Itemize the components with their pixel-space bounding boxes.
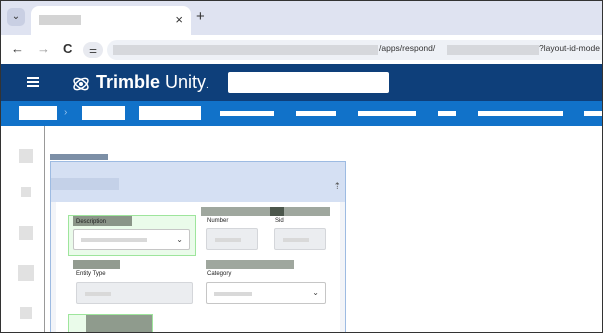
- url-query-segment: ?layout-id-mode: [539, 43, 600, 53]
- entity-type-label: Entity Type: [76, 271, 106, 277]
- breadcrumb-item[interactable]: [82, 106, 125, 120]
- url-redacted-id: [447, 45, 539, 55]
- url-input[interactable]: /apps/respond/ ?layout-id-mode: [107, 40, 602, 60]
- breadcrumb-item[interactable]: [19, 106, 57, 120]
- rail-icon[interactable]: [19, 149, 33, 163]
- url-path-segment: /apps/respond/: [379, 43, 436, 53]
- description-value-redacted: [81, 238, 147, 242]
- sid-label: Sid: [275, 218, 284, 224]
- trimble-globe-icon: [73, 77, 89, 91]
- trimble-unity-logo[interactable]: Trimble Unity.: [71, 71, 209, 97]
- annotation-redaction: [201, 207, 330, 216]
- annotation-redaction: [73, 260, 120, 269]
- app-header: Trimble Unity.: [1, 64, 602, 101]
- entity-type-value-redacted: [85, 292, 111, 296]
- logo-wordmark: Trimble Unity.: [96, 72, 209, 92]
- nav-tab[interactable]: [296, 111, 336, 116]
- breadcrumb-item[interactable]: [139, 106, 201, 120]
- url-redacted-host: [113, 45, 378, 55]
- chevron-down-icon: ⌄: [312, 288, 319, 297]
- main-content: ⇡ Description ⌄ Number Sid Entity Type C…: [46, 126, 602, 332]
- rail-icon[interactable]: [20, 307, 32, 319]
- number-field[interactable]: [206, 228, 258, 250]
- new-tab-button[interactable]: +: [196, 9, 205, 25]
- category-value-redacted: [214, 292, 252, 296]
- tab-search-button[interactable]: ⌄: [7, 8, 25, 26]
- browser-window: ⌄ × + ← → C ⚌ /apps/respond/ ?layout-id-…: [0, 0, 603, 333]
- panel-header: ⇡: [51, 162, 345, 202]
- tune-icon: ⚌: [88, 44, 98, 55]
- nav-tab[interactable]: [478, 111, 563, 116]
- tab-strip: ⌄ × +: [1, 1, 602, 35]
- sid-value-redacted: [283, 238, 309, 242]
- close-icon[interactable]: ×: [175, 12, 183, 28]
- sid-field[interactable]: [274, 228, 326, 250]
- nav-tab[interactable]: [438, 111, 456, 116]
- menu-icon[interactable]: [27, 77, 39, 87]
- rail-icon[interactable]: [19, 226, 33, 240]
- description-select[interactable]: ⌄: [73, 229, 190, 250]
- breadcrumb-bar: ›: [1, 101, 602, 126]
- form-card: Description ⌄ Number Sid Entity Type Cat…: [56, 202, 340, 332]
- nav-tab[interactable]: [358, 111, 416, 116]
- chevron-right-icon: ›: [64, 107, 68, 118]
- site-info-button[interactable]: ⚌: [83, 42, 103, 58]
- rail-icon[interactable]: [18, 265, 34, 281]
- nav-tab[interactable]: [584, 111, 602, 116]
- forward-icon[interactable]: →: [37, 42, 50, 56]
- number-value-redacted: [215, 238, 241, 242]
- category-label: Category: [207, 271, 232, 277]
- rail-icon[interactable]: [21, 187, 31, 197]
- address-bar: ← → C ⚌ /apps/respond/ ?layout-id-mode: [1, 35, 602, 64]
- chevron-down-icon: ⌄: [176, 234, 183, 244]
- reload-icon[interactable]: C: [63, 42, 72, 56]
- nav-tab[interactable]: [220, 111, 274, 116]
- annotation-redaction: [270, 207, 284, 216]
- description-label: Description: [76, 219, 107, 225]
- details-panel: ⇡ Description ⌄ Number Sid Entity Type C…: [50, 161, 346, 332]
- entity-type-field[interactable]: [76, 282, 193, 304]
- browser-tab[interactable]: ×: [31, 6, 191, 35]
- back-icon[interactable]: ←: [11, 42, 24, 56]
- chevron-down-icon: ⌄: [11, 11, 21, 22]
- annotation-redaction: [206, 260, 294, 269]
- number-label: Number: [207, 218, 229, 224]
- form-area: Description ⌄ Number Sid Entity Type Cat…: [51, 202, 345, 332]
- annotation-redaction: [86, 315, 152, 332]
- section-title-redacted: [50, 154, 108, 160]
- category-select[interactable]: ⌄: [206, 282, 326, 304]
- pin-icon[interactable]: ⇡: [333, 181, 341, 191]
- tab-title-redacted: [39, 15, 81, 25]
- header-search-field[interactable]: [228, 72, 389, 93]
- panel-title-redacted: [51, 178, 119, 190]
- left-rail: [1, 126, 45, 332]
